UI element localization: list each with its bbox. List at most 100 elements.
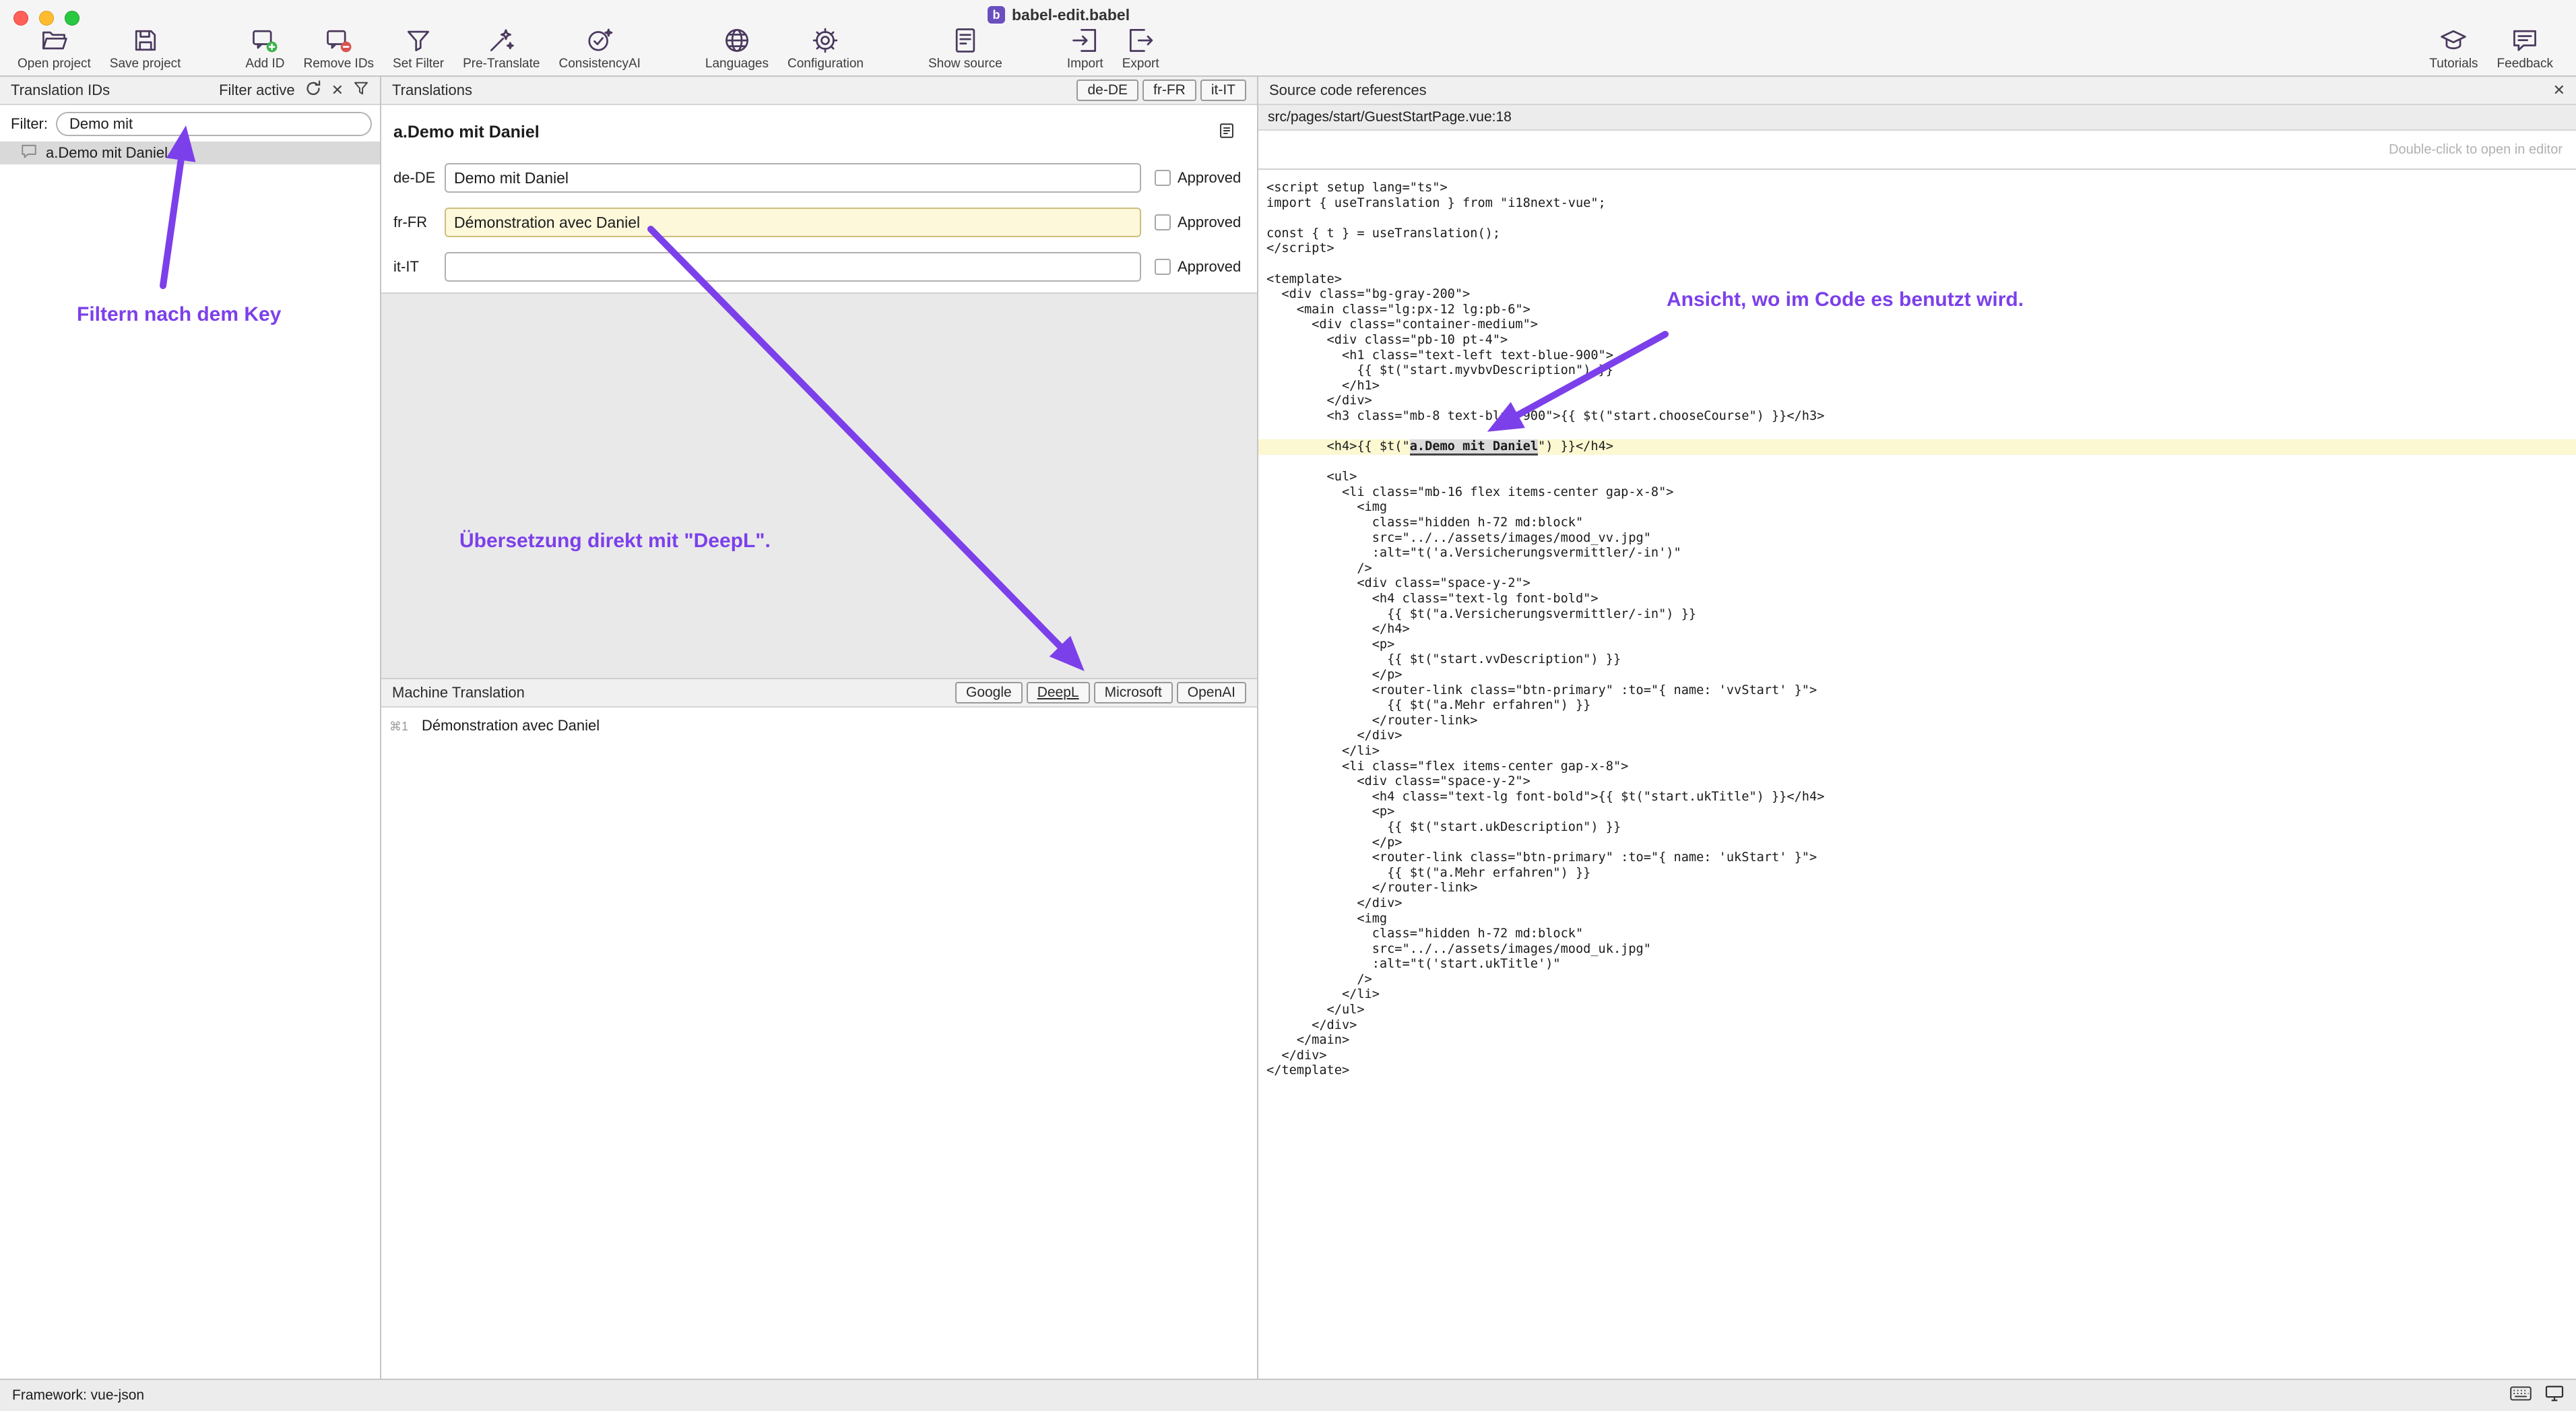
filter-icon (404, 26, 433, 55)
code-line: <p> (1258, 805, 2576, 820)
code-line: class="hidden h-72 md:block" (1258, 515, 2576, 531)
code-line: import { useTranslation } from "i18next-… (1258, 196, 2576, 212)
code-line: </main> (1258, 1033, 2576, 1048)
entry-title: a.Demo mit Daniel (393, 123, 540, 142)
code-line: {{ $t("a.Versicherungsvermittler/-in") }… (1258, 607, 2576, 623)
translation-ids-panel: Translation IDs Filter active ✕ Filter: … (0, 77, 381, 1379)
minimize-window-button[interactable] (39, 11, 54, 26)
open-project-button[interactable]: Open project (8, 26, 100, 71)
code-line: </ul> (1258, 1003, 2576, 1018)
lang-chip-it-IT[interactable]: it-IT (1200, 80, 1246, 101)
approved-checkbox-fr-FR[interactable] (1155, 214, 1171, 230)
translation-ids-title: Translation IDs (11, 82, 110, 99)
remove-ids-icon (324, 26, 354, 55)
set-filter-button[interactable]: Set Filter (383, 26, 453, 71)
code-line: <img (1258, 912, 2576, 927)
code-line: </div> (1258, 394, 2576, 409)
source-file-reference[interactable]: src/pages/start/GuestStartPage.vue:18 (1258, 105, 2576, 131)
display-icon[interactable] (2545, 1385, 2564, 1406)
mt-tab-deepl[interactable]: DeepL (1027, 682, 1090, 703)
code-line: src="../../assets/images/mood_vv.jpg" (1258, 531, 2576, 546)
translation-id-list: a.Demo mit Daniel (0, 142, 380, 164)
approved-label: Approved (1178, 169, 1241, 187)
lang-chip-fr-FR[interactable]: fr-FR (1142, 80, 1196, 101)
row-lang-label: de-DE (393, 169, 445, 187)
mt-tab-openai[interactable]: OpenAI (1177, 682, 1246, 703)
code-line: </h4> (1258, 622, 2576, 637)
consistency-check-icon (585, 26, 614, 55)
code-line: </div> (1258, 728, 2576, 744)
translation-input-it-IT[interactable] (445, 252, 1141, 282)
entry-notes-icon[interactable] (1218, 120, 1235, 145)
code-listing[interactable]: <script setup lang="ts">import { useTran… (1258, 170, 2576, 1379)
comment-bubble-icon (20, 142, 38, 164)
code-line: <div class="pb-10 pt-4"> (1258, 333, 2576, 348)
code-line (1258, 455, 2576, 470)
tutorials-button[interactable]: Tutorials (2420, 26, 2487, 71)
feedback-button[interactable]: Feedback (2488, 26, 2563, 71)
languages-button[interactable]: Languages (696, 26, 778, 71)
save-project-button[interactable]: Save project (100, 26, 191, 71)
pre-translate-button[interactable]: Pre-Translate (453, 26, 549, 71)
code-line: <li class="mb-16 flex items-center gap-x… (1258, 485, 2576, 501)
filter-funnel-icon[interactable] (353, 80, 369, 100)
source-document-icon (951, 26, 980, 55)
import-icon (1070, 26, 1100, 55)
code-line: class="hidden h-72 md:block" (1258, 927, 2576, 942)
window-header: b babel-edit.babel Open project Save pro… (0, 0, 2576, 77)
translation-input-fr-FR[interactable] (445, 208, 1141, 237)
lang-chip-de-DE[interactable]: de-DE (1076, 80, 1138, 101)
gear-icon (810, 26, 840, 55)
close-panel-icon[interactable]: ✕ (2553, 83, 2565, 98)
code-line: <router-link class="btn-primary" :to="{ … (1258, 683, 2576, 699)
refresh-icon[interactable] (304, 80, 322, 101)
approved-checkbox-de-DE[interactable] (1155, 170, 1171, 186)
import-button[interactable]: Import (1058, 26, 1113, 71)
translation-row-de-DE: de-DE Approved (393, 163, 1244, 193)
code-line: </script> (1258, 241, 2576, 257)
code-line (1258, 425, 2576, 440)
wand-icon (486, 26, 516, 55)
translations-header: Translations de-DE fr-FR it-IT (381, 77, 1257, 105)
mt-tab-google[interactable]: Google (955, 682, 1023, 703)
code-line: </h1> (1258, 379, 2576, 394)
source-panel-title: Source code references (1269, 82, 1427, 99)
approved-checkbox-it-IT[interactable] (1155, 259, 1171, 275)
code-line (1258, 211, 2576, 226)
fullscreen-window-button[interactable] (65, 11, 79, 26)
code-line: </router-link> (1258, 714, 2576, 729)
mt-tab-microsoft[interactable]: Microsoft (1094, 682, 1173, 703)
code-line: <ul> (1258, 470, 2576, 485)
approved-label: Approved (1178, 214, 1241, 231)
keyboard-shortcuts-icon[interactable] (2510, 1386, 2532, 1405)
list-item-demo-mit-daniel[interactable]: a.Demo mit Daniel (0, 142, 380, 164)
filter-input[interactable] (56, 112, 372, 136)
mt-shortcut-hint: ⌘1 (389, 717, 422, 734)
globe-icon (722, 26, 752, 55)
add-id-button[interactable]: Add ID (236, 26, 294, 71)
remove-ids-button[interactable]: Remove IDs (294, 26, 384, 71)
machine-translation-header: Machine Translation Google DeepL Microso… (381, 678, 1257, 708)
translation-ids-header: Translation IDs Filter active ✕ (0, 77, 380, 105)
close-window-button[interactable] (13, 11, 28, 26)
export-icon (1126, 26, 1155, 55)
code-line: </div> (1258, 1018, 2576, 1034)
add-id-icon (250, 26, 280, 55)
code-line: :alt="t('start.ukTitle')" (1258, 957, 2576, 972)
code-line: <template> (1258, 272, 2576, 288)
code-line: </router-link> (1258, 881, 2576, 896)
consistency-ai-button[interactable]: ConsistencyAI (549, 26, 649, 71)
code-line: src="../../assets/images/mood_uk.jpg" (1258, 942, 2576, 958)
translation-input-de-DE[interactable] (445, 163, 1141, 193)
feedback-icon (2510, 26, 2540, 55)
clear-filter-icon[interactable]: ✕ (331, 83, 344, 98)
code-line: </div> (1258, 896, 2576, 912)
code-line: </p> (1258, 668, 2576, 683)
show-source-button[interactable]: Show source (919, 26, 1012, 71)
code-line: <li class="flex items-center gap-x-8"> (1258, 759, 2576, 775)
export-button[interactable]: Export (1113, 26, 1169, 71)
configuration-button[interactable]: Configuration (778, 26, 873, 71)
code-line: <div class="container-medium"> (1258, 317, 2576, 333)
mt-result-text[interactable]: Démonstration avec Daniel (422, 717, 600, 734)
code-line: <h4 class="text-lg font-bold"> (1258, 592, 2576, 607)
